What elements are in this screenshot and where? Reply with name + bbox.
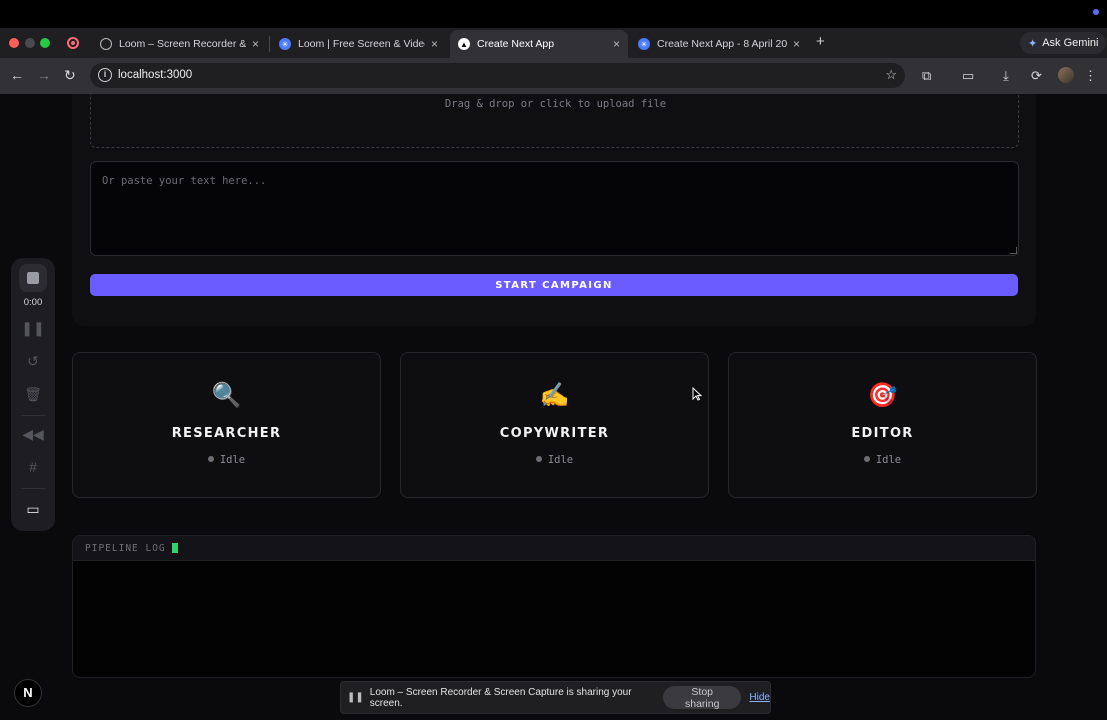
dropzone-label: Drag & drop or click to upload file xyxy=(444,98,667,110)
window-minimize-icon[interactable] xyxy=(25,38,35,48)
screen-share-notification: ❚❚ Loom – Screen Recorder & Screen Captu… xyxy=(340,681,771,714)
start-campaign-button[interactable]: START CAMPAIGN xyxy=(90,274,1018,296)
tab-close-icon[interactable]: × xyxy=(793,37,800,51)
agent-status-text: Idle xyxy=(875,454,902,466)
restart-icon[interactable]: ↺ xyxy=(11,353,55,370)
hide-share-bar-link[interactable]: Hide xyxy=(749,692,770,703)
camera-icon[interactable]: ▭ xyxy=(11,501,55,518)
sync-icon[interactable]: ⟳ xyxy=(1031,68,1042,84)
mouse-cursor-icon xyxy=(692,387,702,401)
tab-divider xyxy=(269,36,270,52)
trash-icon[interactable]: 🗑 xyxy=(11,386,55,403)
menu-bar-strip xyxy=(0,0,1107,28)
agent-status-text: Idle xyxy=(547,454,574,466)
agent-name: EDITOR xyxy=(851,426,914,441)
loom-recording-toolbar: 0:00 ❚❚ ↺ 🗑 ◀◀ # ▭ xyxy=(11,258,55,531)
terminal-caret-icon xyxy=(171,543,178,553)
url-text[interactable]: localhost:3000 xyxy=(118,69,192,81)
download-icon[interactable]: ⤓ xyxy=(1003,68,1009,84)
address-bar[interactable]: i localhost:3000 ☆ xyxy=(90,63,905,88)
back-arrow-icon[interactable]: ← xyxy=(10,67,24,83)
loom-icon: ✳ xyxy=(279,38,291,50)
status-dot-icon xyxy=(207,456,214,462)
tab-close-icon[interactable]: × xyxy=(431,37,438,51)
pipeline-log-title: PIPELINE LOG xyxy=(85,542,166,554)
bookmark-star-icon[interactable]: ☆ xyxy=(885,67,897,83)
agent-status: Idle xyxy=(729,454,1036,466)
window-maximize-icon[interactable] xyxy=(40,38,50,48)
gemini-spark-icon: ✦ xyxy=(1028,37,1038,50)
status-dot-icon xyxy=(535,456,542,462)
agent-card-copywriter[interactable]: ✍️ COPYWRITER Idle xyxy=(400,352,709,498)
forward-arrow-icon[interactable]: → xyxy=(37,67,51,83)
loom-icon: ✳ xyxy=(638,38,650,50)
tab-create-next-app-april[interactable]: ✳ Create Next App - 8 April 20 × xyxy=(630,30,808,58)
magnifier-icon: 🔍 xyxy=(211,382,242,409)
file-dropzone[interactable]: ➤ Drag & drop or click to upload file xyxy=(90,94,1019,148)
app-page: ➤ Drag & drop or click to upload file ST… xyxy=(0,94,1107,720)
pipeline-log-header: PIPELINE LOG xyxy=(73,536,1035,561)
agent-card-researcher[interactable]: 🔍 RESEARCHER Idle xyxy=(72,352,381,498)
profile-avatar[interactable] xyxy=(1058,67,1074,83)
status-dot-icon xyxy=(863,456,870,462)
new-tab-button[interactable]: + xyxy=(816,33,825,50)
target-icon: 🎯 xyxy=(867,382,898,409)
agent-status: Idle xyxy=(401,454,708,466)
blur-tool-icon[interactable]: ◀◀ xyxy=(11,426,55,443)
agent-name: COPYWRITER xyxy=(499,426,610,441)
status-dot-icon xyxy=(1093,9,1099,15)
pause-sharing-icon: ❚❚ xyxy=(347,692,364,703)
pipeline-log: PIPELINE LOG xyxy=(72,535,1036,678)
tab-loom-free[interactable]: ✳ Loom | Free Screen & Video R × xyxy=(271,30,446,58)
agent-status: Idle xyxy=(73,454,380,466)
agent-card-editor[interactable]: 🎯 EDITOR Idle xyxy=(728,352,1037,498)
browser-tab-bar: Loom – Screen Recorder & Sc × ✳ Loom | F… xyxy=(0,28,1107,58)
window-close-icon[interactable] xyxy=(9,38,19,48)
paste-text-input[interactable] xyxy=(90,161,1019,256)
tab-loom-recorder[interactable]: Loom – Screen Recorder & Sc × xyxy=(92,30,267,58)
share-message: Loom – Screen Recorder & Screen Capture … xyxy=(369,686,632,709)
extensions-puzzle-icon[interactable]: ⧉ xyxy=(922,68,931,84)
site-info-icon[interactable]: i xyxy=(98,68,112,82)
nextjs-dev-badge[interactable]: N xyxy=(14,679,42,707)
tab-create-next-app[interactable]: ▲ Create Next App × xyxy=(450,30,628,58)
tab-close-icon[interactable]: × xyxy=(613,37,620,51)
grid-tool-icon[interactable]: # xyxy=(11,459,55,475)
ask-gemini-label: Ask Gemini xyxy=(1042,37,1099,49)
stop-recording-icon[interactable] xyxy=(19,264,47,292)
stop-sharing-button[interactable]: Stop sharing xyxy=(663,686,742,710)
textarea-resize-handle[interactable] xyxy=(1010,247,1017,254)
more-menu-icon[interactable]: ⋮ xyxy=(1084,68,1097,84)
pause-icon[interactable]: ❚❚ xyxy=(11,320,55,337)
browser-toolbar: ← → ↻ i localhost:3000 ☆ ⧉ ▭ ⤓ ⟳ ⋮ xyxy=(0,58,1107,94)
writing-hand-icon: ✍️ xyxy=(539,382,570,409)
media-cast-icon[interactable]: ▭ xyxy=(962,68,974,84)
agent-status-text: Idle xyxy=(219,454,246,466)
vercel-triangle-icon: ▲ xyxy=(458,38,470,50)
toolbar-divider xyxy=(21,488,45,489)
toolbar-divider xyxy=(21,415,45,416)
recording-timer: 0:00 xyxy=(23,297,43,308)
ask-gemini-button[interactable]: ✦ Ask Gemini xyxy=(1020,32,1107,54)
recording-indicator-icon[interactable] xyxy=(67,37,79,49)
tab-close-icon[interactable]: × xyxy=(252,37,259,51)
reload-icon[interactable]: ↻ xyxy=(64,67,76,84)
agent-name: RESEARCHER xyxy=(171,426,282,441)
globe-icon xyxy=(100,38,112,50)
